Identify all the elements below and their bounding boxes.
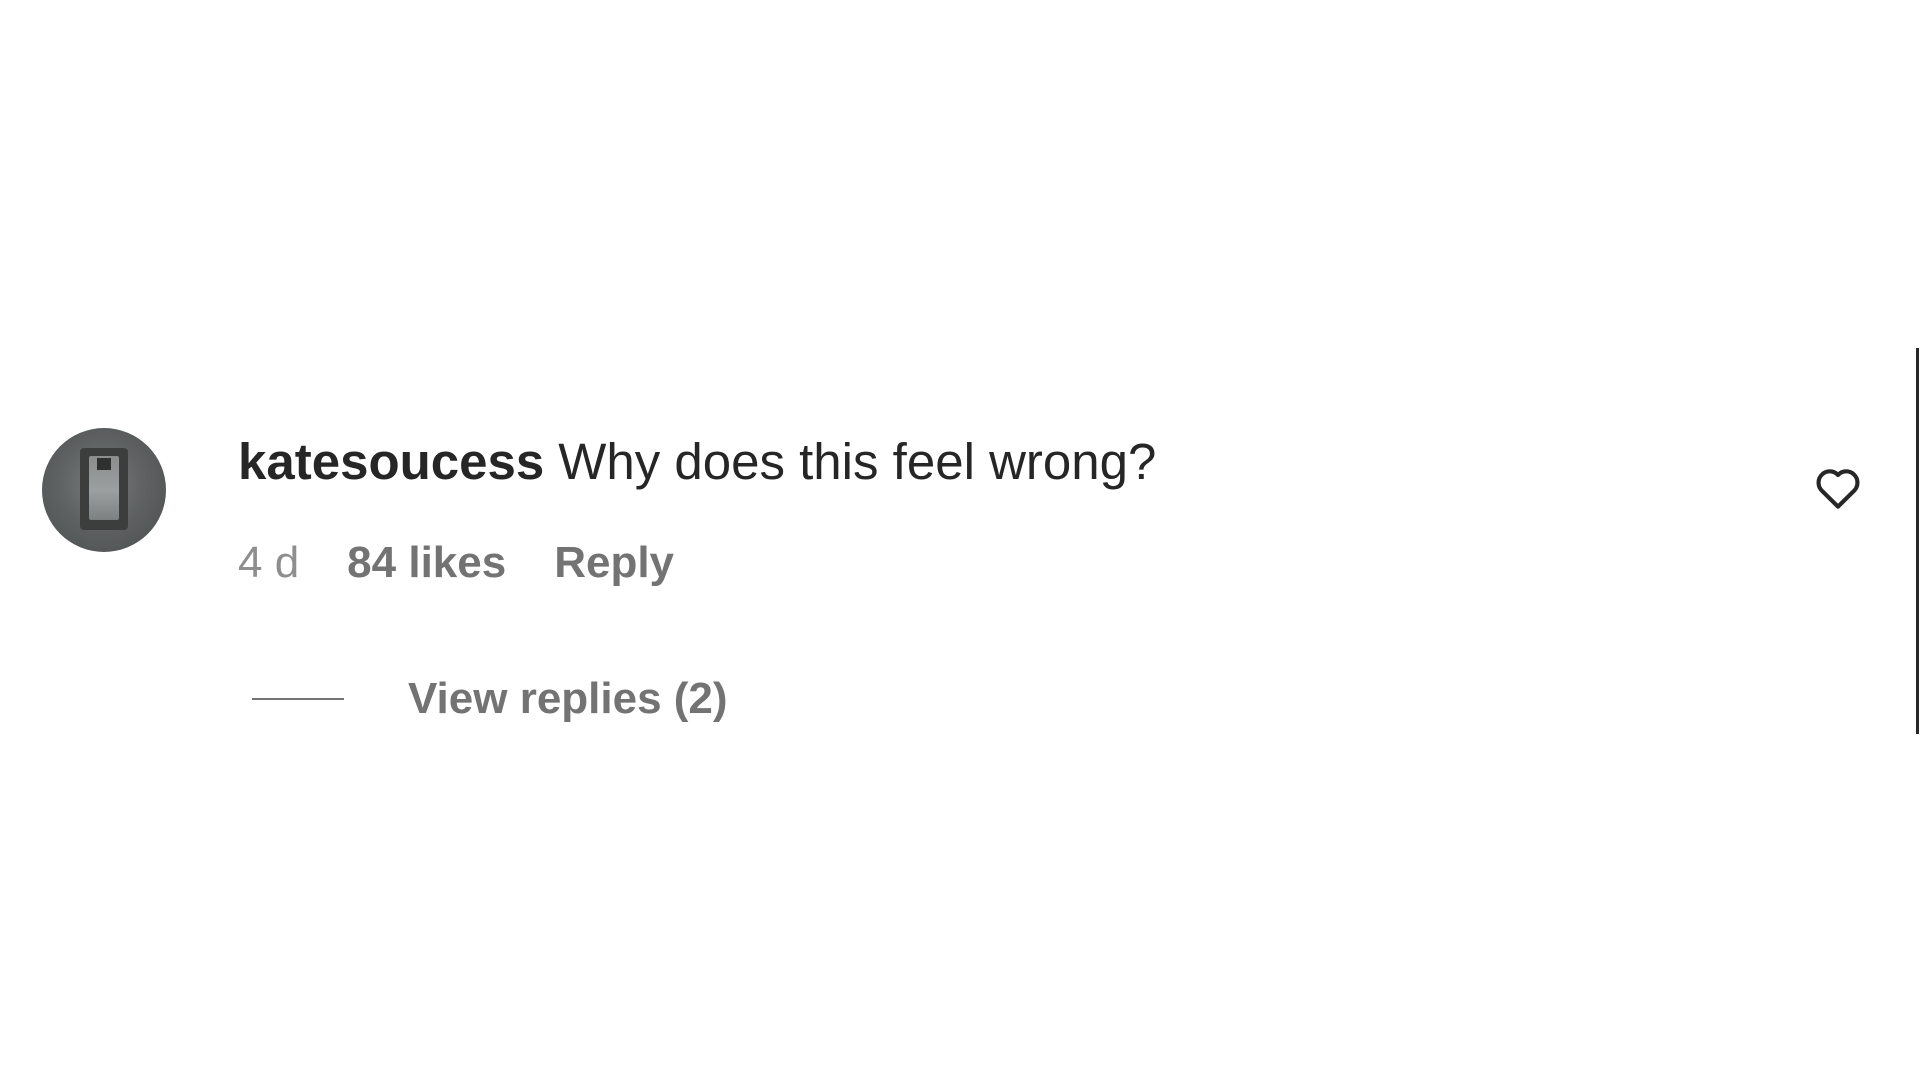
view-replies-button[interactable]: View replies (2)	[252, 671, 728, 727]
scrollbar[interactable]	[1916, 348, 1919, 734]
comment-meta: 4 d 84 likes Reply	[238, 535, 674, 591]
view-replies-label: View replies (2)	[408, 674, 728, 723]
replies-divider-line	[252, 698, 344, 700]
comment-item: katesoucess Why does this feel wrong? 4 d…	[0, 0, 1920, 1080]
comment-body: katesoucess Why does this feel wrong?	[238, 432, 1156, 492]
likes-count-link[interactable]: 84 likes	[347, 538, 506, 587]
like-button[interactable]	[1812, 462, 1864, 514]
avatar-image	[80, 448, 128, 530]
username-link[interactable]: katesoucess	[238, 433, 544, 490]
comment-timestamp: 4 d	[238, 538, 300, 587]
reply-button[interactable]: Reply	[554, 538, 674, 587]
avatar[interactable]	[42, 428, 166, 552]
heart-outline-icon	[1816, 469, 1860, 509]
comment-text: Why does this feel wrong?	[558, 433, 1157, 490]
